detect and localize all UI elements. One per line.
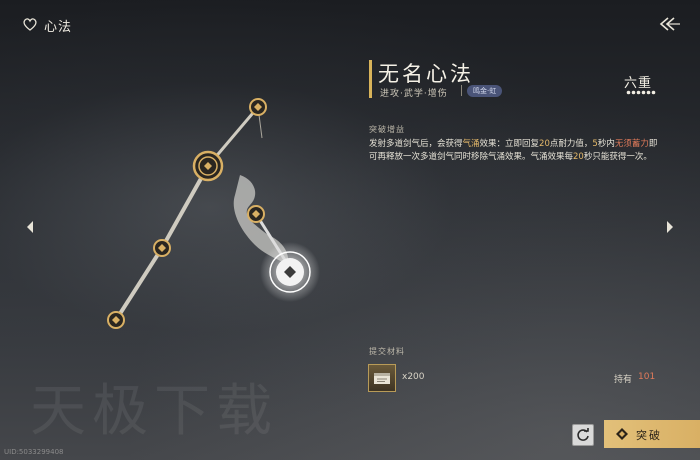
material-quantity: x200 <box>402 372 425 382</box>
scroll-book-icon <box>374 373 390 384</box>
skill-name: 无名心法 <box>378 62 474 86</box>
next-arrow-icon[interactable] <box>664 220 676 234</box>
skill-node[interactable] <box>249 98 267 116</box>
link-line <box>114 246 164 322</box>
uid-text: UID:5033299408 <box>4 448 64 456</box>
skill-node[interactable] <box>247 205 265 223</box>
reset-button[interactable] <box>572 424 594 446</box>
refresh-icon <box>577 428 589 441</box>
skill-node[interactable] <box>153 239 171 257</box>
active-skill-node[interactable] <box>260 242 320 302</box>
materials-label: 提交材料 <box>369 347 405 356</box>
page-title: 心法 <box>44 20 73 35</box>
watermark-text: 天极下载 <box>30 379 278 444</box>
rank-dots <box>626 90 656 95</box>
skill-badge: 鸣金·虹 <box>467 85 503 97</box>
title-accent-bar <box>369 60 372 98</box>
breakthrough-gain-label: 突破增益 <box>369 125 405 134</box>
skill-constellation <box>107 98 320 329</box>
breakthrough-button[interactable]: 突破 <box>604 420 700 448</box>
double-back-arrow-icon[interactable] <box>656 14 682 34</box>
owned-label: 持有 <box>614 375 633 385</box>
breakthrough-description: 发射多道剑气后，会获得气涌效果：立即回复20点耐力值，5秒内无须蓄力即可再释放一… <box>369 139 658 162</box>
heart-outline-icon <box>23 18 37 31</box>
skill-node[interactable] <box>107 311 125 329</box>
skill-node[interactable] <box>192 150 224 182</box>
rank-level: 六重 <box>624 76 653 91</box>
tag-divider <box>461 85 462 96</box>
skill-tags: 进攻·武学·增伤 <box>380 89 448 99</box>
diamond-icon <box>616 428 628 440</box>
material-item[interactable] <box>368 364 396 392</box>
breakthrough-button-label: 突破 <box>636 429 662 442</box>
owned-value: 101 <box>638 372 656 382</box>
previous-arrow-icon[interactable] <box>24 220 36 234</box>
